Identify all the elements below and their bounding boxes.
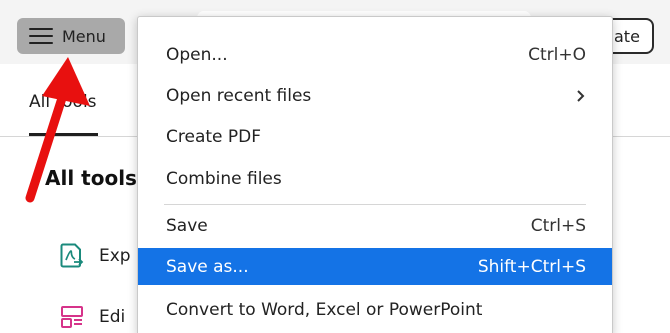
menu-item-save-as-shortcut: Shift+Ctrl+S: [477, 256, 586, 277]
tool-item-edit[interactable]: Edi: [60, 305, 125, 329]
tool-item-export[interactable]: Exp: [60, 243, 131, 269]
menu-item-save[interactable]: Save Ctrl+S: [138, 207, 612, 244]
annotation-arrow-icon: [25, 57, 90, 203]
menu-item-save-as-label: Save as...: [166, 256, 249, 277]
menu-item-combine-files[interactable]: Combine files: [138, 160, 612, 197]
edit-pdf-icon: [60, 305, 84, 329]
menu-item-save-label: Save: [166, 215, 208, 236]
menu-item-save-shortcut: Ctrl+S: [530, 215, 586, 236]
menu-separator: [164, 204, 586, 205]
file-menu-dropdown: Open... Ctrl+O Open recent files Create …: [137, 16, 613, 333]
menu-item-convert-label: Convert to Word, Excel or PowerPoint: [166, 299, 483, 320]
tool-item-export-label: Exp: [99, 246, 131, 266]
menu-item-open-shortcut: Ctrl+O: [528, 44, 586, 65]
menu-item-open-recent[interactable]: Open recent files: [138, 77, 612, 114]
partial-toolbar-button-label: ate: [614, 26, 640, 46]
menu-item-open[interactable]: Open... Ctrl+O: [138, 36, 612, 73]
export-pdf-icon: [60, 243, 84, 269]
tool-item-edit-label: Edi: [99, 307, 126, 327]
menu-item-open-recent-label: Open recent files: [166, 85, 312, 106]
menu-item-combine-files-label: Combine files: [166, 168, 282, 189]
menu-item-create-pdf-label: Create PDF: [166, 126, 262, 147]
menu-item-open-label: Open...: [166, 44, 228, 65]
menu-item-create-pdf[interactable]: Create PDF: [138, 118, 612, 155]
chevron-right-icon: [577, 89, 585, 102]
menu-item-convert[interactable]: Convert to Word, Excel or PowerPoint: [138, 291, 612, 328]
menu-item-save-as[interactable]: Save as... Shift+Ctrl+S: [138, 248, 612, 285]
